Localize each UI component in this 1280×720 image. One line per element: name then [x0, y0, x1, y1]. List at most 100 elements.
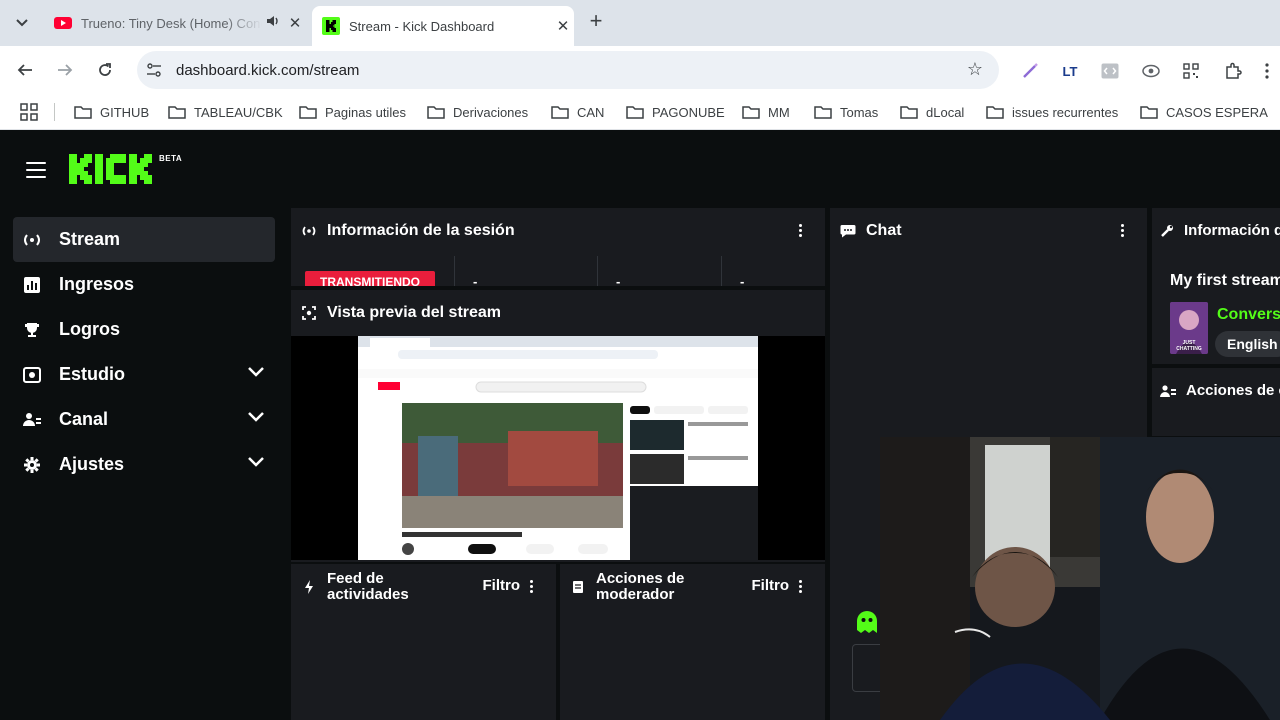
browser-tab-kick[interactable]: Stream - Kick Dashboard ✕ [312, 6, 574, 46]
trophy-icon [22, 320, 42, 340]
folder-icon [986, 106, 1004, 119]
stream-preview-video[interactable] [291, 336, 825, 560]
broadcast-icon [301, 223, 317, 239]
bookmark-label: Derivaciones [453, 104, 529, 120]
kick-favicon-icon [322, 17, 340, 35]
chevron-down-icon[interactable] [247, 456, 265, 468]
stat-value: - [473, 274, 478, 286]
forward-button[interactable] [53, 58, 77, 82]
extension-code-icon[interactable] [1099, 60, 1121, 82]
panel-title: Chat [866, 222, 902, 239]
bookmarks-separator [54, 103, 55, 121]
camera-frame-icon [301, 305, 317, 321]
close-tab-icon[interactable]: ✕ [284, 14, 306, 32]
beta-badge: BETA [159, 154, 183, 163]
language-tag: English [1215, 331, 1280, 357]
sidebar-item-ingresos[interactable]: Ingresos [13, 262, 275, 307]
panel-header: Información de stream [1152, 208, 1280, 254]
sidebar-item-label: Ingresos [59, 274, 135, 294]
channel-actions-panel: Acciones de canal [1152, 368, 1280, 436]
back-button[interactable] [13, 58, 37, 82]
kebab-menu-icon[interactable] [530, 580, 534, 595]
browser-menu-icon[interactable] [1256, 60, 1278, 82]
extension-eye-icon[interactable] [1140, 60, 1162, 82]
chevron-down-icon [16, 19, 28, 27]
sidebar-item-stream[interactable]: Stream [13, 217, 275, 262]
emote-picker-icon[interactable] [856, 610, 878, 634]
close-tab-icon[interactable]: ✕ [552, 17, 574, 35]
filter-button[interactable]: Filtro [752, 577, 790, 594]
site-settings-icon[interactable] [146, 62, 162, 78]
bookmark-folder[interactable]: Paginas utiles [299, 103, 406, 121]
divider [721, 256, 722, 286]
sidebar-nav: Stream Ingresos Logros Estudio Canal Aju… [13, 217, 275, 487]
kebab-menu-icon[interactable] [799, 224, 803, 239]
folder-icon [551, 106, 569, 119]
stream-info-panel: Información de stream My first stream JU… [1152, 208, 1280, 364]
category-name[interactable]: Conversando [1217, 306, 1280, 324]
bookmark-folder[interactable]: CASOS ESPERA [1140, 103, 1268, 121]
lightning-icon [301, 579, 317, 595]
panel-title: Información de la sesión [327, 222, 515, 239]
bookmark-label: MM [768, 104, 790, 120]
stream-title: My first stream [1170, 272, 1280, 289]
address-bar[interactable]: dashboard.kick.com/stream ☆ [137, 51, 999, 89]
filter-button[interactable]: Filtro [483, 577, 521, 594]
panel-title: Feed de actividades [327, 570, 409, 603]
bookmark-folder[interactable]: GITHUB [74, 103, 149, 121]
apps-grid-icon[interactable] [20, 103, 38, 121]
folder-icon [814, 106, 832, 119]
panel-header: Acciones de canal [1152, 368, 1280, 414]
speaker-icon[interactable] [262, 14, 284, 32]
panel-title: Información de stream [1184, 222, 1280, 239]
reload-button[interactable] [93, 58, 117, 82]
sidebar-item-label: Ajustes [59, 454, 125, 474]
sidebar-item-label: Logros [59, 319, 120, 339]
mod-actions-panel: Acciones de moderador Filtro [560, 564, 825, 720]
extension-pen-icon[interactable] [1019, 60, 1041, 82]
sidebar-item-canal[interactable]: Canal [13, 397, 275, 442]
bookmark-folder[interactable]: MM [742, 103, 790, 121]
bookmark-folder[interactable]: Derivaciones [427, 103, 528, 121]
tab-title: Trueno: Tiny Desk (Home) Concert [81, 15, 262, 31]
bookmark-label: CASOS ESPERA [1166, 104, 1268, 120]
sidebar-item-logros[interactable]: Logros [13, 307, 275, 352]
panel-header: Feed de actividades Filtro [291, 564, 556, 610]
activity-feed-panel: Feed de actividades Filtro [291, 564, 556, 720]
bookmark-label: TABLEAU/CBK [194, 104, 283, 120]
sidebar-item-estudio[interactable]: Estudio [13, 352, 275, 397]
bookmark-label: issues recurrentes [1012, 104, 1119, 120]
bookmark-folder[interactable]: Tomas [814, 103, 878, 121]
browser-tab-strip: Trueno: Tiny Desk (Home) Concert ✕ Strea… [0, 0, 1280, 46]
panel-header: Acciones de moderador Filtro [560, 564, 825, 610]
sidebar-item-ajustes[interactable]: Ajustes [13, 442, 275, 487]
kick-logo[interactable] [68, 153, 158, 185]
chevron-down-icon[interactable] [247, 366, 265, 378]
tab-search-button[interactable] [8, 9, 36, 37]
extension-lt-icon[interactable]: LT [1059, 60, 1081, 82]
bookmark-folder[interactable]: PAGONUBE [626, 103, 725, 121]
bookmark-star-icon[interactable]: ☆ [967, 59, 983, 80]
chevron-down-icon[interactable] [247, 411, 265, 423]
folder-icon [74, 106, 92, 119]
kebab-menu-icon[interactable] [799, 580, 803, 595]
bookmark-folder[interactable]: CAN [551, 103, 604, 121]
new-tab-button[interactable]: + [584, 10, 608, 34]
bookmark-folder[interactable]: TABLEAU/CBK [168, 103, 283, 121]
sidebar-item-label: Estudio [59, 364, 125, 384]
hamburger-menu-icon[interactable] [26, 162, 46, 178]
folder-icon [626, 106, 644, 119]
stat-value: - [616, 274, 621, 286]
extension-qr-icon[interactable] [1180, 60, 1202, 82]
browser-tab-youtube[interactable]: Trueno: Tiny Desk (Home) Concert ✕ [44, 6, 306, 40]
bookmark-folder[interactable]: issues recurrentes [986, 103, 1118, 121]
tab-title: Stream - Kick Dashboard [349, 18, 495, 34]
extensions-puzzle-icon[interactable] [1222, 60, 1244, 82]
studio-icon [22, 365, 42, 385]
url-text: dashboard.kick.com/stream [176, 62, 360, 79]
folder-icon [299, 106, 317, 119]
bookmark-label: GITHUB [100, 104, 150, 120]
bookmark-folder[interactable]: dLocal [900, 103, 964, 121]
kebab-menu-icon[interactable] [1121, 224, 1125, 239]
bookmark-label: CAN [577, 104, 605, 120]
